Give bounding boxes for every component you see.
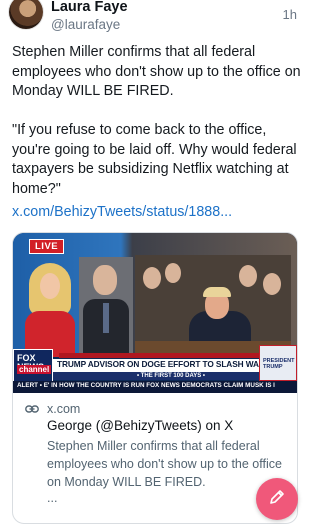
child-figure [239, 265, 257, 287]
card-ellipsis: ... [47, 491, 58, 505]
compose-button[interactable] [256, 478, 298, 520]
child-figure [165, 263, 181, 283]
chyron-headline: TRUMP ADVISOR ON DOGE EFFORT TO SLASH WA… [57, 359, 275, 369]
promo-text: PRESIDENT TRUMP [263, 358, 295, 370]
promo-graphic: PRESIDENT TRUMP [259, 345, 297, 381]
child-figure [263, 273, 281, 295]
author-name[interactable]: Laura Faye [51, 0, 128, 15]
child-figure [143, 267, 161, 289]
president-hair [203, 287, 231, 297]
host-face [40, 273, 60, 299]
chyron-subline: • THE FIRST 100 DAYS • [137, 373, 205, 379]
network-logo-sub: channel [17, 365, 52, 374]
avatar[interactable] [9, 0, 43, 29]
card-description: Stephen Miller confirms that all federal… [47, 439, 282, 489]
post-text: Stephen Miller confirms that all federal… [12, 44, 301, 197]
ticker-text: ALERT • E' IN HOW THE COUNTRY IS RUN FOX… [17, 382, 275, 389]
post-link[interactable]: x.com/BehizyTweets/status/1888... [12, 204, 232, 220]
guest-face [93, 265, 117, 295]
link-icon [25, 405, 39, 413]
card-domain: x.com [47, 402, 81, 416]
network-logo: FOX NEWS channel [13, 349, 53, 383]
guest-tie [103, 303, 109, 333]
post-timestamp: 1h [282, 7, 297, 22]
live-badge: LIVE [29, 239, 65, 254]
author-handle[interactable]: @laurafaye [51, 17, 120, 32]
pencil-icon [270, 490, 284, 504]
card-title[interactable]: George (@BehizyTweets) on X [47, 418, 233, 433]
link-preview-card[interactable]: LIVE TRUMP ADVISOR ON DOGE EFFORT TO SLA… [12, 232, 298, 524]
card-thumbnail[interactable]: LIVE TRUMP ADVISOR ON DOGE EFFORT TO SLA… [13, 233, 297, 393]
